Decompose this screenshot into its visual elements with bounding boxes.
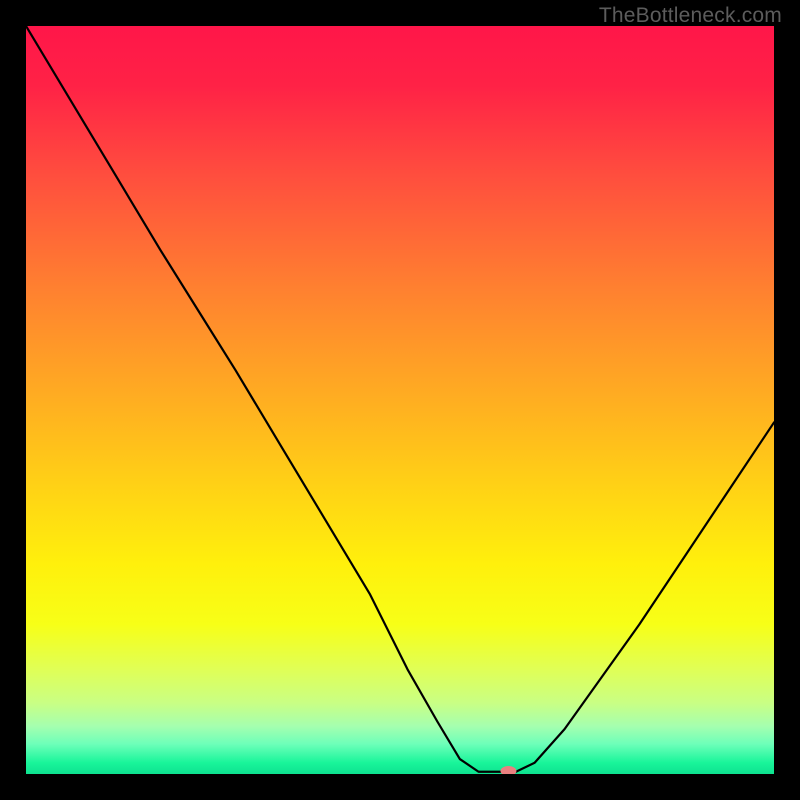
watermark-text: TheBottleneck.com — [599, 4, 782, 28]
chart-svg — [26, 26, 774, 774]
plot-area — [26, 26, 774, 774]
gradient-background — [26, 26, 774, 774]
chart-container: TheBottleneck.com — [0, 0, 800, 800]
